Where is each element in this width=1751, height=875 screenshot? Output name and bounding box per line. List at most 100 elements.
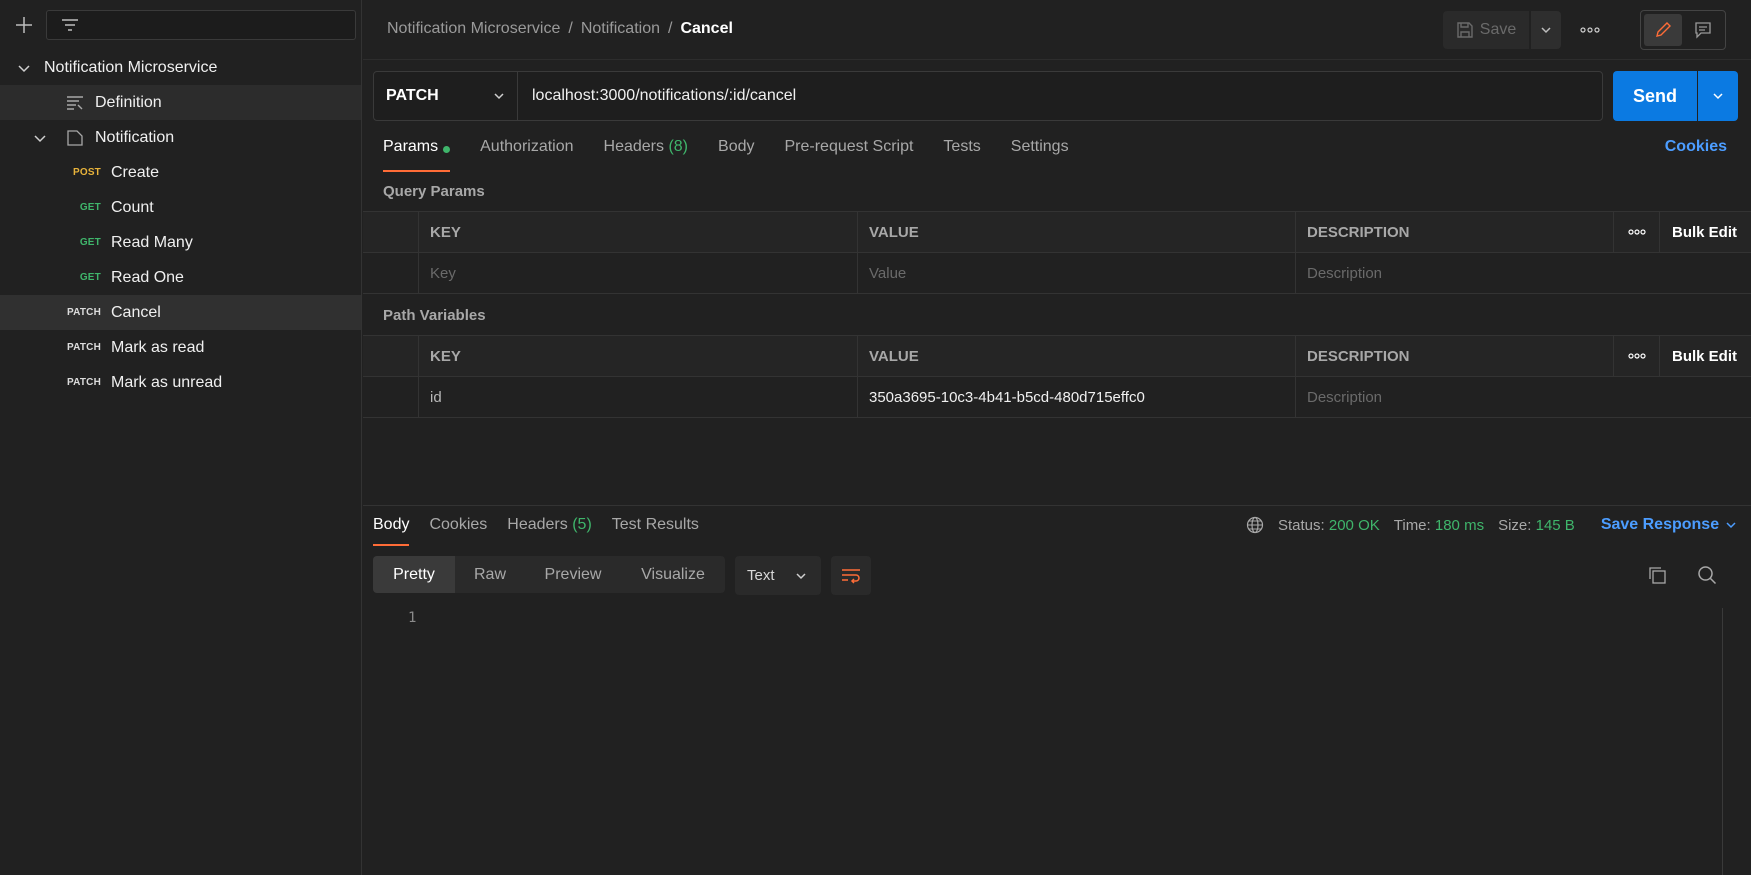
checkbox-column-header	[363, 336, 419, 376]
chevron-down-icon	[494, 93, 504, 100]
view-raw-button[interactable]: Raw	[455, 556, 525, 593]
response-tab-body[interactable]: Body	[373, 516, 410, 546]
request-item-read-many[interactable]: GET Read Many	[0, 225, 361, 260]
method-badge: PATCH	[67, 342, 101, 353]
globe-icon[interactable]	[1246, 516, 1264, 534]
view-pretty-button[interactable]: Pretty	[373, 556, 455, 593]
request-item-read-one[interactable]: GET Read One	[0, 260, 361, 295]
chevron-down-icon[interactable]	[17, 61, 31, 75]
format-value: Text	[747, 567, 775, 584]
cookies-link[interactable]: Cookies	[1665, 138, 1727, 156]
key-input[interactable]: Key	[419, 253, 858, 293]
path-variables-title: Path Variables	[383, 307, 486, 324]
tab-settings[interactable]: Settings	[1011, 138, 1069, 172]
view-preview-button[interactable]: Preview	[525, 556, 621, 593]
collection-row[interactable]: Notification Microservice	[0, 50, 361, 85]
headers-count: (5)	[572, 516, 592, 533]
save-button[interactable]: Save	[1443, 11, 1529, 49]
definition-label: Definition	[95, 93, 162, 111]
value-input[interactable]: Value	[858, 253, 1296, 293]
tab-params[interactable]: Params	[383, 138, 451, 172]
column-options-button[interactable]	[1614, 336, 1660, 376]
send-button[interactable]: Send	[1613, 71, 1697, 121]
method-badge: PATCH	[67, 377, 101, 388]
chevron-down-icon[interactable]	[33, 131, 47, 145]
chevron-down-icon	[796, 572, 806, 579]
copy-response-button[interactable]	[1647, 565, 1669, 587]
search-icon	[1698, 566, 1717, 585]
request-label: Cancel	[111, 303, 161, 321]
tab-pre-request-script[interactable]: Pre-request Script	[784, 138, 913, 172]
description-input[interactable]: Description	[1296, 377, 1750, 417]
filter-input[interactable]	[46, 10, 356, 40]
response-tab-cookies[interactable]: Cookies	[429, 516, 487, 546]
value-input[interactable]: 350a3695-10c3-4b41-b5cd-480d715effc0	[858, 377, 1296, 417]
request-item-mark-as-read[interactable]: PATCH Mark as read	[0, 330, 361, 365]
column-header-description: DESCRIPTION	[1296, 336, 1614, 376]
response-tab-test-results[interactable]: Test Results	[612, 516, 699, 546]
comment-icon	[1695, 22, 1711, 39]
view-visualize-button[interactable]: Visualize	[621, 556, 725, 593]
search-response-button[interactable]	[1697, 565, 1719, 587]
save-group: Save	[1443, 11, 1561, 49]
more-horizontal-icon	[1627, 353, 1646, 359]
method-badge: GET	[79, 202, 101, 213]
definition-icon	[66, 94, 84, 112]
bulk-edit-button[interactable]: Bulk Edit	[1660, 212, 1751, 252]
more-actions-button[interactable]	[1578, 18, 1602, 42]
save-icon	[1457, 22, 1473, 38]
save-dropdown-button[interactable]	[1531, 11, 1561, 49]
tab-headers[interactable]: Headers (8)	[604, 138, 689, 172]
response-tabs: Body Cookies Headers (5) Test Results	[373, 516, 699, 546]
method-badge: GET	[79, 237, 101, 248]
editor-scrollbar[interactable]	[1722, 608, 1723, 875]
row-checkbox-cell	[363, 377, 419, 417]
breadcrumb-separator: /	[668, 20, 673, 37]
url-input[interactable]: localhost:3000/notifications/:id/cancel	[518, 72, 1602, 120]
send-dropdown-button[interactable]	[1698, 71, 1738, 121]
method-badge: PATCH	[67, 307, 101, 318]
sidebar-toolbar	[0, 0, 361, 50]
response-tab-headers[interactable]: Headers (5)	[507, 516, 592, 546]
status-value: 200 OK	[1328, 516, 1380, 534]
line-number: 1	[408, 610, 417, 626]
breadcrumb-current[interactable]: Cancel	[680, 20, 732, 38]
edit-mode-button[interactable]	[1644, 14, 1682, 46]
tab-authorization[interactable]: Authorization	[480, 138, 573, 172]
description-input[interactable]: Description	[1296, 253, 1750, 293]
request-item-count[interactable]: GET Count	[0, 190, 361, 225]
comments-button[interactable]	[1684, 14, 1722, 46]
tab-label: Params	[383, 138, 439, 155]
definition-row[interactable]: Definition	[0, 85, 361, 120]
breadcrumb-collection[interactable]: Notification Microservice	[387, 20, 560, 38]
request-item-cancel[interactable]: PATCH Cancel	[0, 295, 361, 330]
request-label: Mark as unread	[111, 373, 223, 391]
method-value: PATCH	[386, 87, 439, 104]
sidebar: Notification Microservice Definition Not…	[0, 0, 362, 875]
wrap-lines-icon	[842, 568, 860, 584]
wrap-lines-button[interactable]	[831, 556, 871, 595]
status-info: Status: 200 OK	[1278, 517, 1380, 534]
breadcrumb-folder[interactable]: Notification	[581, 20, 660, 38]
tab-body[interactable]: Body	[718, 138, 754, 172]
request-item-mark-as-unread[interactable]: PATCH Mark as unread	[0, 365, 361, 400]
request-label: Mark as read	[111, 338, 205, 356]
save-response-button[interactable]: Save Response	[1601, 516, 1737, 534]
breadcrumb: Notification Microservice / Notification…	[387, 20, 733, 38]
method-badge: POST	[72, 167, 101, 178]
more-horizontal-icon	[1627, 229, 1646, 235]
format-select[interactable]: Text	[735, 556, 821, 595]
request-label: Read Many	[111, 233, 193, 251]
pencil-icon	[1656, 22, 1671, 37]
column-options-button[interactable]	[1614, 212, 1660, 252]
folder-icon	[66, 129, 84, 147]
request-label: Create	[111, 163, 160, 181]
method-select[interactable]: PATCH	[374, 72, 518, 120]
new-item-button[interactable]	[12, 13, 36, 37]
tab-tests[interactable]: Tests	[943, 138, 980, 172]
checkbox-column-header	[363, 212, 419, 252]
bulk-edit-button[interactable]: Bulk Edit	[1660, 336, 1751, 376]
request-item-create[interactable]: POST Create	[0, 155, 361, 190]
folder-row[interactable]: Notification	[0, 120, 361, 155]
response-divider[interactable]	[363, 505, 1751, 506]
